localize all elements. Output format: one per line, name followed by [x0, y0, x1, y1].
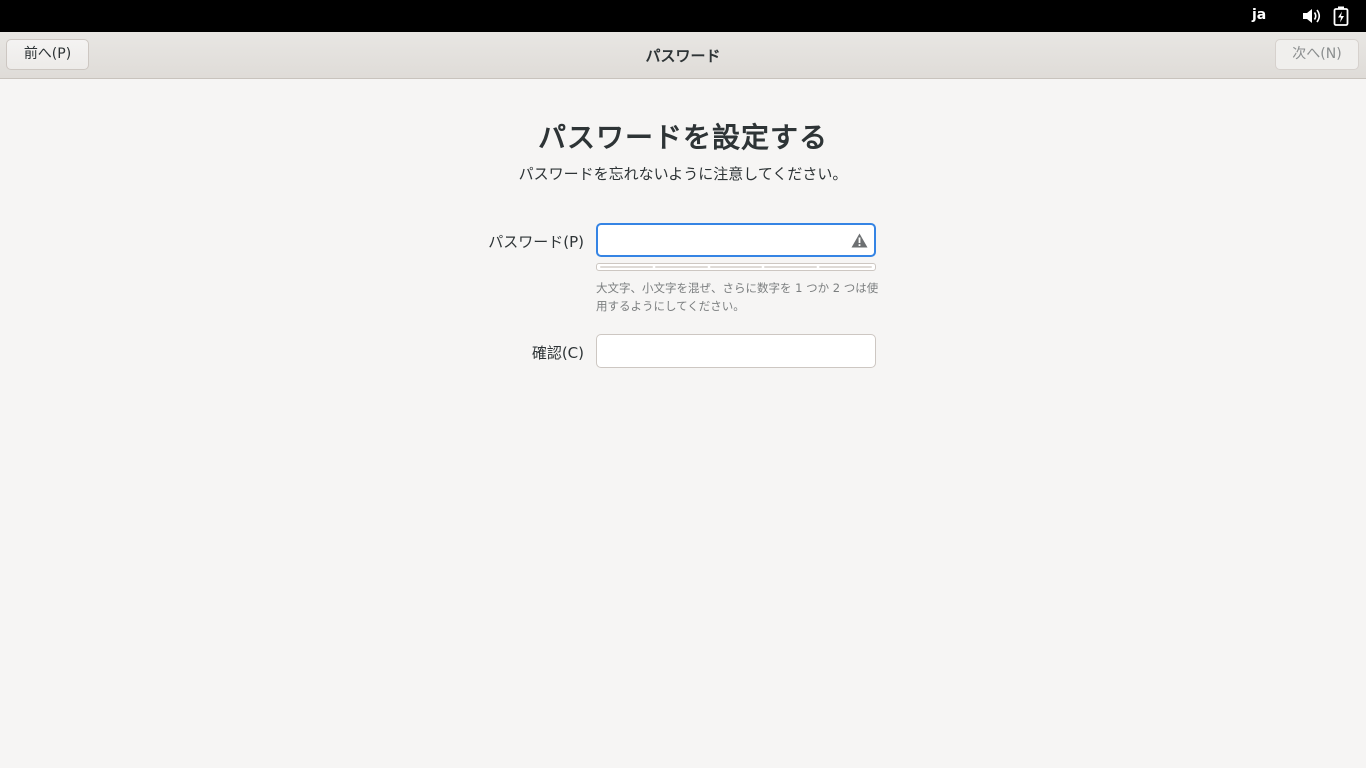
confirm-input[interactable]: [605, 336, 849, 366]
next-button[interactable]: 次へ(N): [1275, 39, 1359, 70]
password-hint: 大文字、小文字を混ぜ、さらに数字を 1 つか 2 つは使用するようにしてください…: [596, 281, 879, 313]
warning-icon: [851, 233, 868, 248]
volume-icon[interactable]: [1302, 7, 1322, 25]
top-bar: ja: [0, 0, 1366, 32]
strength-segment: [819, 266, 872, 268]
page-title: パスワードを設定する: [537, 121, 828, 154]
header-bar: 前へ(P) パスワード 次へ(N): [0, 32, 1366, 79]
password-strength-bar: [596, 263, 876, 271]
password-field[interactable]: [596, 223, 876, 257]
header-title: パスワード: [645, 47, 721, 65]
page-subtitle: パスワードを忘れないように注意してください。: [518, 165, 848, 183]
battery-charging-icon[interactable]: [1333, 6, 1349, 26]
password-input[interactable]: [606, 226, 850, 256]
strength-segment: [764, 266, 818, 268]
password-label: パスワード(P): [488, 233, 584, 251]
strength-segment: [709, 266, 763, 268]
confirm-field[interactable]: [596, 334, 876, 368]
confirm-label: 確認(C): [531, 344, 584, 362]
input-language-indicator[interactable]: ja: [1252, 7, 1266, 23]
strength-segment: [600, 266, 653, 268]
strength-segment: [654, 266, 708, 268]
